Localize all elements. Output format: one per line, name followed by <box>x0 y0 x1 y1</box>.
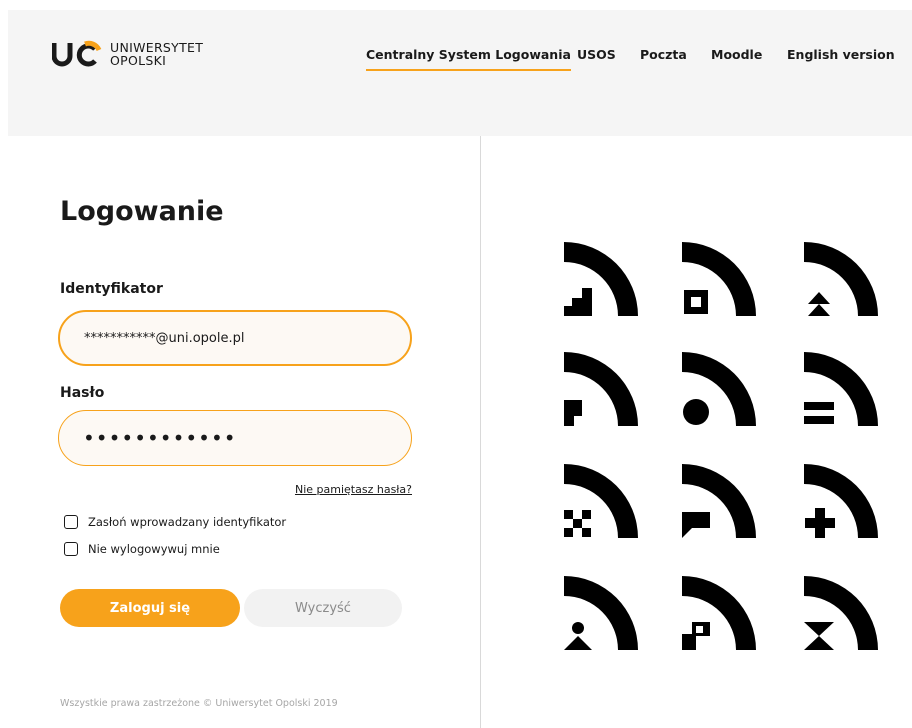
checker-step-icon <box>682 576 756 650</box>
nav-item-english[interactable]: English version <box>787 47 895 62</box>
mask-identifier-label: Zasłoń wprowadzany identyfikator <box>88 515 287 529</box>
nav-item-poczta[interactable]: Poczta <box>640 47 687 62</box>
nav-item-usos[interactable]: USOS <box>577 47 616 62</box>
speech-dot-icon <box>564 352 638 426</box>
main-nav: Centralny System Logowania USOS Poczta M… <box>8 47 912 87</box>
mask-identifier-row[interactable]: Zasłoń wprowadzany identyfikator <box>64 515 286 529</box>
nav-item-central-login[interactable]: Centralny System Logowania <box>366 47 571 71</box>
stay-logged-in-label: Nie wylogowywuj mnie <box>88 542 220 556</box>
hourglass-icon <box>804 576 878 650</box>
person-icon <box>564 576 638 650</box>
equals-icon <box>804 352 878 426</box>
checker-icon <box>564 464 638 538</box>
page-title: Logowanie <box>60 196 224 227</box>
identifier-label: Identyfikator <box>60 281 163 297</box>
square-icon <box>682 242 756 316</box>
clear-button[interactable]: Wyczyść <box>244 589 402 627</box>
copyright-footer: Wszystkie prawa zastrzeżone © Uniwersyte… <box>60 698 338 709</box>
stairs-icon <box>564 242 638 316</box>
decorative-icon-grid <box>564 242 878 650</box>
circle-icon <box>682 352 756 426</box>
double-chevron-icon <box>804 242 878 316</box>
plus-icon <box>804 464 878 538</box>
site-header: UNIWERSYTET OPOLSKI Centralny System Log… <box>8 10 912 136</box>
nav-item-moodle[interactable]: Moodle <box>711 47 762 62</box>
forgot-password-link[interactable]: Nie pamiętasz hasła? <box>295 483 412 496</box>
mask-identifier-checkbox[interactable] <box>64 515 78 529</box>
login-button[interactable]: Zaloguj się <box>60 589 240 627</box>
password-label: Hasło <box>60 385 105 401</box>
stay-logged-in-row[interactable]: Nie wylogowywuj mnie <box>64 542 220 556</box>
vertical-divider <box>480 136 481 728</box>
speech-flag-icon <box>682 464 756 538</box>
password-input[interactable] <box>58 410 412 466</box>
identifier-input[interactable] <box>58 310 412 366</box>
stay-logged-in-checkbox[interactable] <box>64 542 78 556</box>
